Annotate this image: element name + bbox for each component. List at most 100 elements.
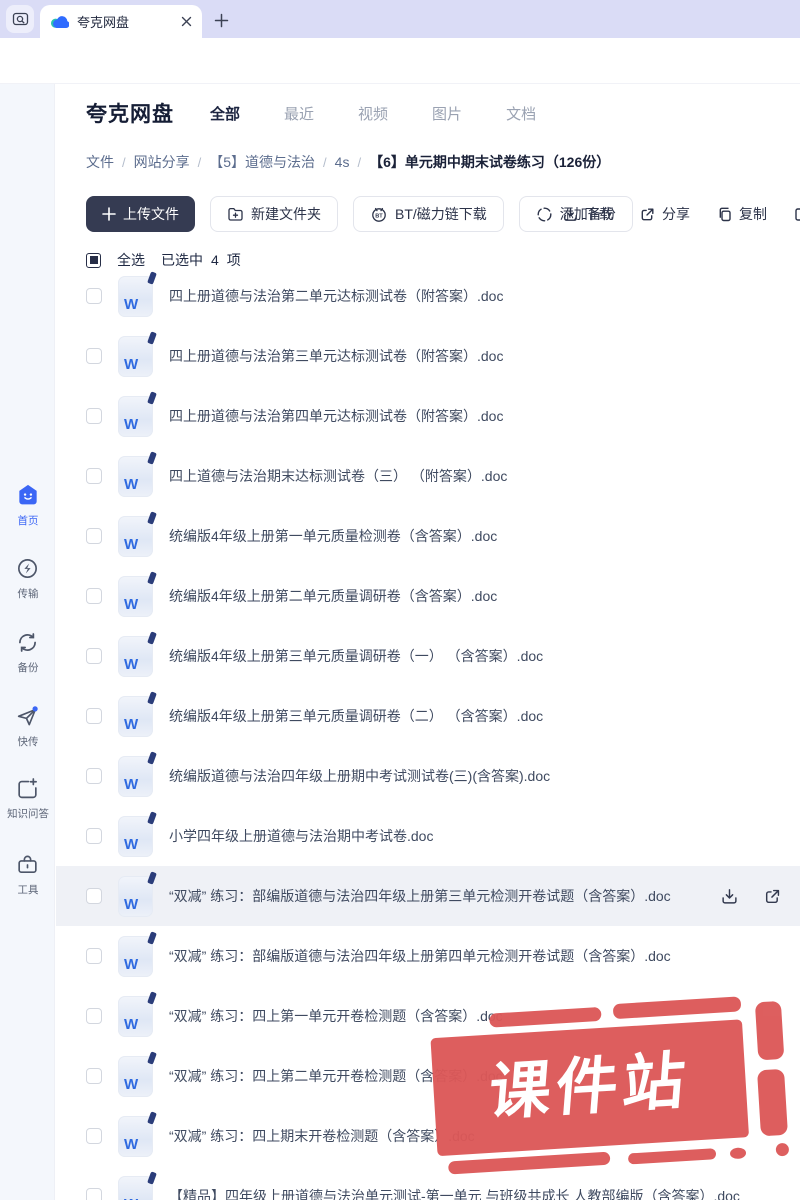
tab-search-button[interactable] [6, 5, 34, 33]
file-checkbox[interactable] [86, 1128, 102, 1144]
quark-drive-window: 夸克网盘 搜网盘、搜当前文件夹或搜全网（Ctrl + F） [0, 0, 800, 1200]
word-file-icon: W [118, 930, 157, 977]
tab-title: 夸克网盘 [77, 15, 130, 30]
file-name[interactable]: 统编版4年级上册第二单元质量调研卷（含答案）.doc [169, 586, 497, 606]
breadcrumb-item[interactable]: 文件 [86, 152, 114, 172]
file-name[interactable]: 统编版4年级上册第三单元质量调研卷（一） （含答案）.doc [169, 646, 543, 666]
row-download-icon[interactable] [720, 887, 739, 906]
plus-icon [214, 13, 228, 27]
bt-icon-label: BT [375, 213, 383, 219]
file-checkbox[interactable] [86, 948, 102, 964]
file-name[interactable]: 四上册道德与法治第二单元达标测试卷（附答案）.doc [169, 286, 503, 306]
breadcrumb-separator: / [357, 154, 362, 170]
file-checkbox[interactable] [86, 708, 102, 724]
new-tab-button[interactable] [206, 5, 236, 35]
plus-icon [102, 207, 116, 221]
sidebar-item-quick-send[interactable]: 快传 [0, 704, 55, 749]
file-name[interactable]: 四上册道德与法治第三单元达标测试卷（附答案）.doc [169, 346, 503, 366]
bt-magnet-icon: BT [372, 207, 386, 222]
selection-actions: 下载 分享 复制 [562, 196, 800, 232]
file-checkbox[interactable] [86, 1068, 102, 1084]
sidebar-label-knowledge-qa: 知识问答 [6, 808, 49, 820]
file-row[interactable]: W 小学四年级上册道德与法治期中考试卷.doc [56, 806, 800, 866]
file-row[interactable]: W 统编版道德与法治四年级上册期中考试测试卷(三)(含答案).doc [56, 746, 800, 806]
quark-cloud-logo [51, 16, 69, 28]
sidebar-item-backup[interactable]: 备份 [0, 630, 55, 675]
file-checkbox[interactable] [86, 348, 102, 364]
sidebar-item-tools[interactable]: 工具 [0, 852, 55, 897]
file-row[interactable]: W 统编版4年级上册第一单元质量检测卷（含答案）.doc [56, 506, 800, 566]
tab-all[interactable]: 全部 [210, 103, 240, 124]
sidebar-label-home: 首页 [17, 515, 38, 527]
breadcrumb-item[interactable]: 4s [335, 154, 350, 170]
file-row[interactable]: W 四上册道德与法治第四单元达标测试卷（附答案）.doc [56, 386, 800, 446]
sidebar-item-transfer[interactable]: 传输 [0, 556, 55, 601]
more-action-button[interactable] [793, 206, 800, 223]
knowledge-qa-icon [18, 778, 37, 799]
file-checkbox[interactable] [86, 408, 102, 424]
breadcrumb-item[interactable]: 【5】道德与法治 [209, 152, 315, 172]
browser-tab-bar: 夸克网盘 [0, 0, 800, 38]
file-checkbox[interactable] [86, 1008, 102, 1024]
file-row[interactable]: W 四上道德与法治期末达标测试卷（三） （附答案）.doc [56, 446, 800, 506]
word-file-icon: W [118, 570, 157, 617]
copy-button[interactable]: 复制 [716, 204, 767, 224]
file-checkbox[interactable] [86, 288, 102, 304]
file-checkbox[interactable] [86, 648, 102, 664]
file-name[interactable]: 统编版道德与法治四年级上册期中考试测试卷(三)(含答案).doc [169, 766, 550, 786]
file-checkbox[interactable] [86, 468, 102, 484]
file-row[interactable]: W 四上册道德与法治第三单元达标测试卷（附答案）.doc [56, 326, 800, 386]
word-file-icon: W [118, 810, 157, 857]
tab-doc[interactable]: 文档 [506, 103, 536, 124]
copy-label: 复制 [739, 206, 767, 222]
download-button[interactable]: 下载 [562, 204, 613, 224]
file-checkbox[interactable] [86, 888, 102, 904]
file-name[interactable]: 统编版4年级上册第三单元质量调研卷（二） （含答案）.doc [169, 706, 543, 726]
file-row[interactable]: W 统编版4年级上册第二单元质量调研卷（含答案）.doc [56, 566, 800, 626]
tab-image[interactable]: 图片 [432, 103, 462, 124]
file-checkbox[interactable] [86, 528, 102, 544]
file-name[interactable]: 统编版4年级上册第一单元质量检测卷（含答案）.doc [169, 526, 497, 546]
quick-send-icon [17, 706, 38, 726]
file-name[interactable]: 小学四年级上册道德与法治期中考试卷.doc [169, 826, 433, 846]
word-file-icon: W [118, 1170, 157, 1200]
new-folder-icon [228, 207, 243, 221]
tab-recent[interactable]: 最近 [284, 103, 314, 124]
sidebar-label-backup: 备份 [17, 662, 38, 674]
word-file-icon: W [118, 1110, 157, 1157]
breadcrumb-separator: / [323, 154, 327, 170]
file-checkbox[interactable] [86, 768, 102, 784]
breadcrumb-item[interactable]: 网站分享 [134, 152, 190, 172]
new-folder-button[interactable]: 新建文件夹 [210, 196, 338, 232]
tab-video[interactable]: 视频 [358, 103, 388, 124]
file-row-hovered[interactable]: W “双减” 练习：部编版道德与法治四年级上册第三单元检测开卷试题（含答案）.d… [56, 866, 800, 926]
browser-tab-active[interactable]: 夸克网盘 [40, 5, 202, 38]
page-title: 夸克网盘 [86, 103, 174, 126]
row-open-icon[interactable] [763, 887, 782, 906]
bt-magnet-button[interactable]: BT BT/磁力链下载 [353, 196, 504, 232]
kejianzhan-stamp-watermark: 课件站 [423, 992, 800, 1191]
tab-close-icon[interactable] [181, 16, 192, 27]
sidebar-item-knowledge-qa[interactable]: 知识问答 [0, 776, 55, 821]
word-file-icon: W [118, 510, 157, 557]
sidebar-item-home[interactable]: 首页 [0, 482, 55, 528]
file-row[interactable]: W 统编版4年级上册第三单元质量调研卷（二） （含答案）.doc [56, 686, 800, 746]
file-name[interactable]: 四上册道德与法治第四单元达标测试卷（附答案）.doc [169, 406, 503, 426]
upload-button[interactable]: 上传文件 [86, 196, 195, 232]
file-name[interactable]: “双减” 练习：部编版道德与法治四年级上册第四单元检测开卷试题（含答案）.doc [169, 946, 671, 966]
file-checkbox[interactable] [86, 588, 102, 604]
row-hover-actions [720, 866, 782, 926]
file-row[interactable]: W “双减” 练习：部编版道德与法治四年级上册第四单元检测开卷试题（含答案）.d… [56, 926, 800, 986]
file-name[interactable]: 四上道德与法治期末达标测试卷（三） （附答案）.doc [169, 466, 507, 486]
file-name[interactable]: “双减” 练习：四上期末开卷检测题（含答案）.doc [169, 1126, 475, 1146]
download-label: 下载 [585, 206, 613, 222]
file-row[interactable]: W 四上册道德与法治第二单元达标测试卷（附答案）.doc [56, 266, 800, 326]
file-checkbox[interactable] [86, 1188, 102, 1200]
file-row[interactable]: W 统编版4年级上册第三单元质量调研卷（一） （含答案）.doc [56, 626, 800, 686]
bt-magnet-label: BT/磁力链下载 [395, 206, 487, 222]
breadcrumb: 文件 / 网站分享 / 【5】道德与法治 / 4s / 【6】单元期中期末试卷练… [86, 152, 610, 172]
file-name[interactable]: “双减” 练习：部编版道德与法治四年级上册第三单元检测开卷试题（含答案）.doc [169, 886, 671, 906]
breadcrumb-current: 【6】单元期中期末试卷练习（126份） [369, 154, 611, 170]
share-button[interactable]: 分享 [639, 204, 690, 224]
file-checkbox[interactable] [86, 828, 102, 844]
